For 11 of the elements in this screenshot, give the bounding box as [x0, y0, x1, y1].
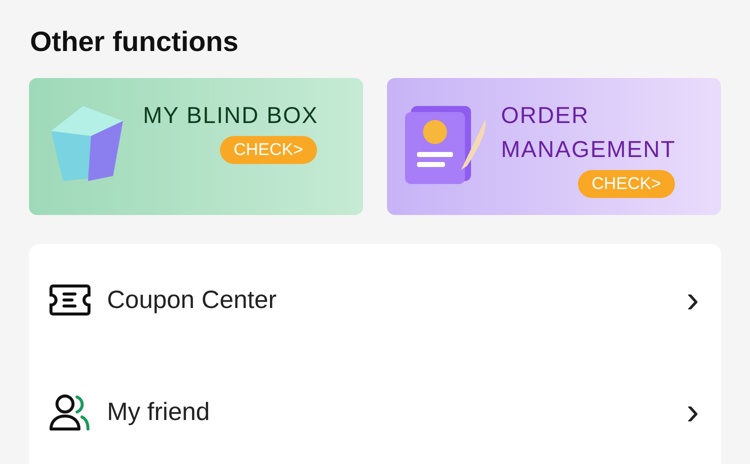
feature-card[interactable]: ORDER MANAGEMENT CHECK>: [387, 78, 721, 215]
menu-item-label[interactable]: Coupon Center: [107, 286, 686, 314]
chevron-icon[interactable]: ›: [686, 393, 699, 431]
card-title: MY BLIND BOX: [143, 101, 320, 130]
menu-item-label[interactable]: My friend: [107, 398, 686, 426]
feature-card[interactable]: MY BLIND BOX CHECK>: [29, 78, 363, 215]
card-title: ORDER MANAGEMENT: [501, 101, 677, 164]
chevron-icon[interactable]: ›: [686, 281, 699, 319]
people-icon: [49, 393, 91, 431]
ticket-icon: [49, 283, 91, 317]
section-title: Other functions: [30, 26, 240, 58]
